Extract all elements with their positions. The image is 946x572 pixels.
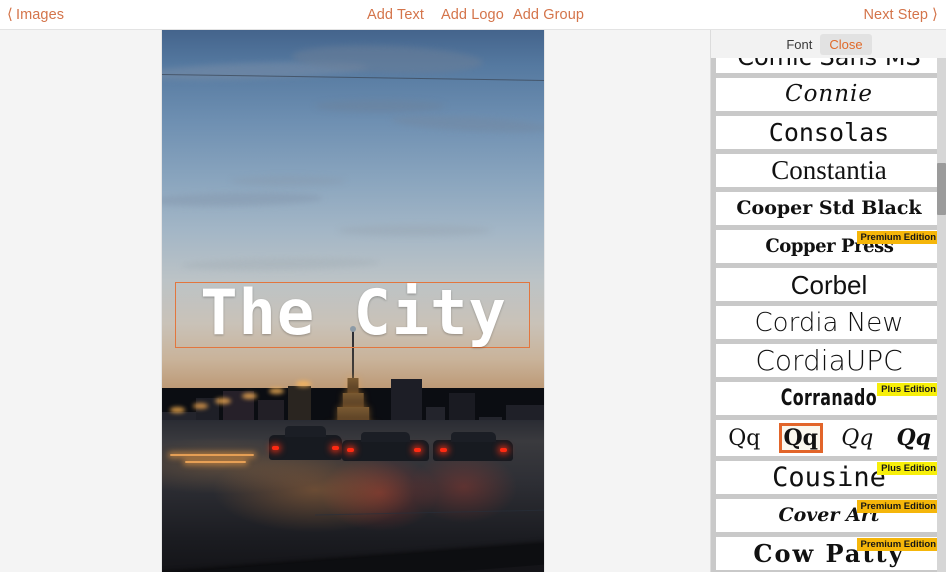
font-style-variant-row[interactable]: Qq Qq Qq Qq — [716, 420, 942, 456]
font-list-item[interactable]: Corbel — [716, 268, 942, 301]
font-list-item[interactable]: Cover Art Premium Edition — [716, 499, 942, 532]
premium-badge: Premium Edition — [856, 500, 940, 513]
font-list-item[interactable]: Comic Sans MS — [716, 58, 942, 73]
plus-badge: Plus Edition — [877, 462, 940, 475]
workspace: The City — [0, 30, 710, 572]
font-list-item[interactable]: Cousine Plus Edition — [716, 461, 942, 494]
scrollbar-thumb[interactable] — [937, 163, 946, 215]
font-list-item[interactable]: Cooper Std Black — [716, 192, 942, 225]
style-variant-regular[interactable]: Qq — [722, 423, 766, 453]
style-variant-italic[interactable]: Qq — [835, 423, 879, 453]
font-list-item[interactable]: Cordia New — [716, 306, 942, 339]
font-list[interactable]: Comic Sans MS Connie Consolas Constantia… — [711, 58, 946, 572]
add-text-button[interactable]: Add Text — [367, 0, 424, 30]
back-to-images-label: Images — [15, 7, 65, 23]
font-name: Corranado — [780, 385, 878, 411]
font-panel-title: Font — [786, 36, 813, 52]
cloud — [337, 225, 491, 236]
top-toolbar: ⟨ Images Add Text Add Logo Add Group Next… — [0, 0, 946, 30]
style-variant-bold-italic[interactable]: Qq — [892, 423, 936, 453]
font-name: Constantia — [771, 155, 887, 185]
back-to-images-button[interactable]: ⟨ Images — [7, 0, 64, 30]
font-picker-screen: ⟨ Images Add Text Add Logo Add Group Next… — [0, 0, 946, 572]
font-name: Cooper Std Black — [736, 197, 922, 219]
car — [341, 431, 430, 462]
premium-badge: Premium Edition — [856, 538, 940, 551]
overlay-text[interactable]: The City — [176, 265, 531, 361]
light-trail — [169, 453, 254, 456]
chevron-right-icon: ⟩ — [932, 6, 938, 23]
image-canvas[interactable]: The City — [162, 30, 544, 572]
font-name: Connie — [784, 81, 874, 107]
next-step-label: Next Step — [863, 7, 929, 23]
wet-road — [162, 420, 544, 572]
font-list-item[interactable]: Consolas — [716, 116, 942, 149]
font-list-item[interactable]: Connie — [716, 78, 942, 111]
street-light — [192, 402, 208, 409]
chevron-left-icon: ⟨ — [7, 6, 13, 23]
font-list-item[interactable]: Corranado Plus Edition — [716, 382, 942, 415]
street-light — [242, 393, 258, 400]
font-list-scrollbar[interactable] — [937, 58, 946, 572]
font-name: Cordia New — [754, 307, 904, 338]
font-name: Comic Sans MS — [737, 58, 921, 69]
next-step-button[interactable]: Next Step ⟩ — [863, 0, 938, 30]
font-name: Corbel — [790, 269, 868, 300]
font-list-item[interactable]: CordiaUPC — [716, 344, 942, 377]
light-trail — [184, 461, 247, 464]
plus-badge: Plus Edition — [877, 383, 940, 396]
font-panel-header: Font Close — [711, 30, 946, 58]
add-group-button[interactable]: Add Group — [513, 0, 584, 30]
premium-badge: Premium Edition — [856, 231, 940, 244]
font-list-item[interactable]: Copper Press Premium Edition — [716, 230, 942, 263]
close-button[interactable]: Close — [820, 33, 872, 55]
font-name: CordiaUPC — [755, 344, 903, 377]
car — [433, 431, 514, 462]
font-name: Cousine — [772, 462, 886, 493]
font-list-item[interactable]: Constantia — [716, 154, 942, 187]
font-name: Consolas — [768, 118, 890, 147]
street-light — [268, 388, 285, 395]
add-logo-button[interactable]: Add Logo — [441, 0, 504, 30]
street-light — [215, 397, 231, 404]
font-panel: Font Close Comic Sans MS Connie Consolas… — [710, 30, 946, 572]
text-selection-box[interactable]: The City — [175, 276, 530, 349]
car — [268, 426, 342, 460]
style-variant-bold[interactable]: Qq — [778, 423, 823, 453]
font-list-item[interactable]: Cow Patty Premium Edition — [716, 537, 942, 570]
